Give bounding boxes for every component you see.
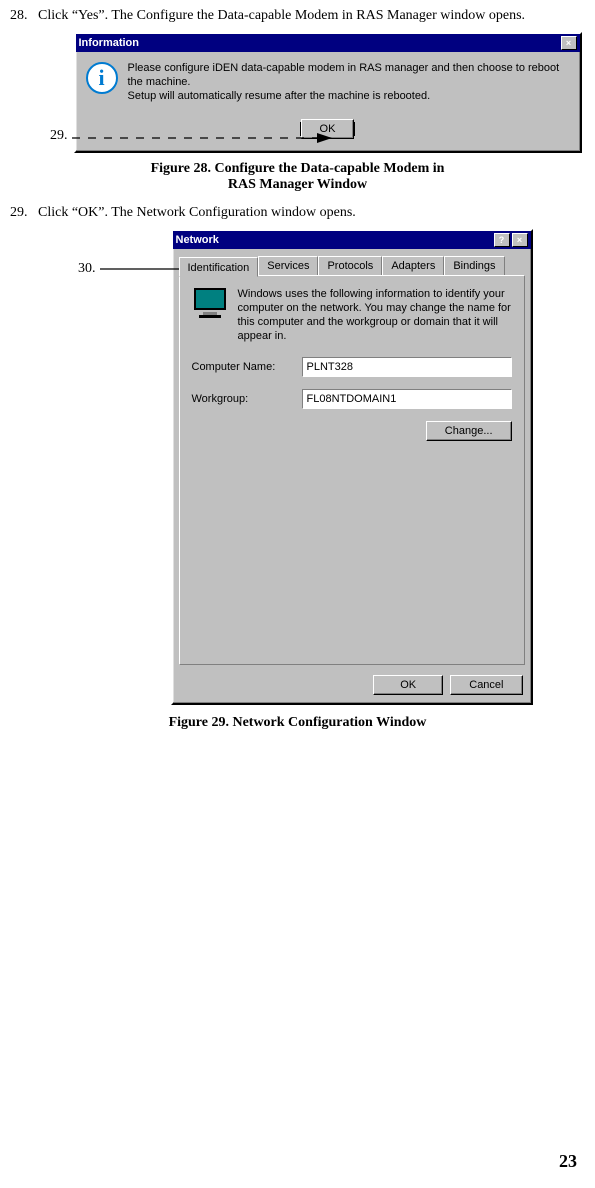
info-titlebar: Information × bbox=[76, 34, 580, 52]
help-icon[interactable]: ? bbox=[494, 233, 510, 247]
tab-adapters[interactable]: Adapters bbox=[382, 256, 444, 276]
callout-30-label: 30. bbox=[78, 261, 96, 277]
description-row: Windows uses the following information t… bbox=[192, 288, 512, 343]
identification-panel: Windows uses the following information t… bbox=[179, 275, 525, 665]
step-29-text: Click “OK”. The Network Configuration wi… bbox=[38, 205, 585, 221]
network-titlebar: Network ? × bbox=[173, 231, 531, 249]
computer-name-field[interactable] bbox=[302, 357, 512, 377]
workgroup-label: Workgroup: bbox=[192, 393, 302, 405]
tab-strip: Identification Services Protocols Adapte… bbox=[173, 249, 531, 275]
tab-services[interactable]: Services bbox=[258, 256, 318, 276]
ok-button-outline: OK bbox=[300, 122, 356, 136]
change-button[interactable]: Change... bbox=[426, 421, 512, 441]
workgroup-field[interactable] bbox=[302, 389, 512, 409]
info-message: Please configure iDEN data-capable modem… bbox=[128, 62, 570, 103]
info-button-row: OK bbox=[76, 113, 580, 151]
close-icon[interactable]: × bbox=[512, 233, 528, 247]
callout-29-label: 29. bbox=[50, 128, 68, 144]
step-28-num: 28. bbox=[10, 8, 38, 24]
figure28-caption-line1: Figure 28. Configure the Data-capable Mo… bbox=[10, 161, 585, 177]
computer-name-row: Computer Name: bbox=[192, 357, 512, 377]
step-29: 29. Click “OK”. The Network Configuratio… bbox=[10, 205, 585, 221]
network-window: Network ? × Identification Services Prot… bbox=[171, 229, 533, 705]
info-content: i Please configure iDEN data-capable mod… bbox=[76, 52, 580, 113]
tab-identification[interactable]: Identification bbox=[179, 257, 259, 277]
step-29-num: 29. bbox=[10, 205, 38, 221]
computer-name-label: Computer Name: bbox=[192, 361, 302, 373]
page-number: 23 bbox=[559, 1151, 577, 1172]
ok-button[interactable]: OK bbox=[373, 675, 443, 695]
network-title-text: Network bbox=[176, 234, 494, 246]
close-icon[interactable]: × bbox=[561, 36, 577, 50]
step-28-text: Click “Yes”. The Configure the Data-capa… bbox=[38, 8, 585, 24]
information-window: Information × i Please configure iDEN da… bbox=[74, 32, 582, 153]
cancel-button[interactable]: Cancel bbox=[450, 675, 522, 695]
info-title-text: Information bbox=[79, 37, 561, 49]
info-line1: Please configure iDEN data-capable modem… bbox=[128, 62, 570, 90]
figure28-caption-line2: RAS Manager Window bbox=[10, 177, 585, 193]
description-text: Windows uses the following information t… bbox=[238, 288, 512, 343]
workgroup-row: Workgroup: bbox=[192, 389, 512, 409]
figure28-caption: Figure 28. Configure the Data-capable Mo… bbox=[10, 161, 585, 193]
ok-button[interactable]: OK bbox=[301, 119, 355, 139]
info-icon: i bbox=[86, 62, 118, 94]
dialog-button-row: OK Cancel bbox=[173, 671, 531, 703]
figure29-caption: Figure 29. Network Configuration Window bbox=[10, 715, 585, 731]
tab-protocols[interactable]: Protocols bbox=[318, 256, 382, 276]
info-line2: Setup will automatically resume after th… bbox=[128, 90, 570, 104]
step-28: 28. Click “Yes”. The Configure the Data-… bbox=[10, 8, 585, 24]
tab-bindings[interactable]: Bindings bbox=[444, 256, 504, 276]
computer-icon bbox=[192, 288, 228, 318]
